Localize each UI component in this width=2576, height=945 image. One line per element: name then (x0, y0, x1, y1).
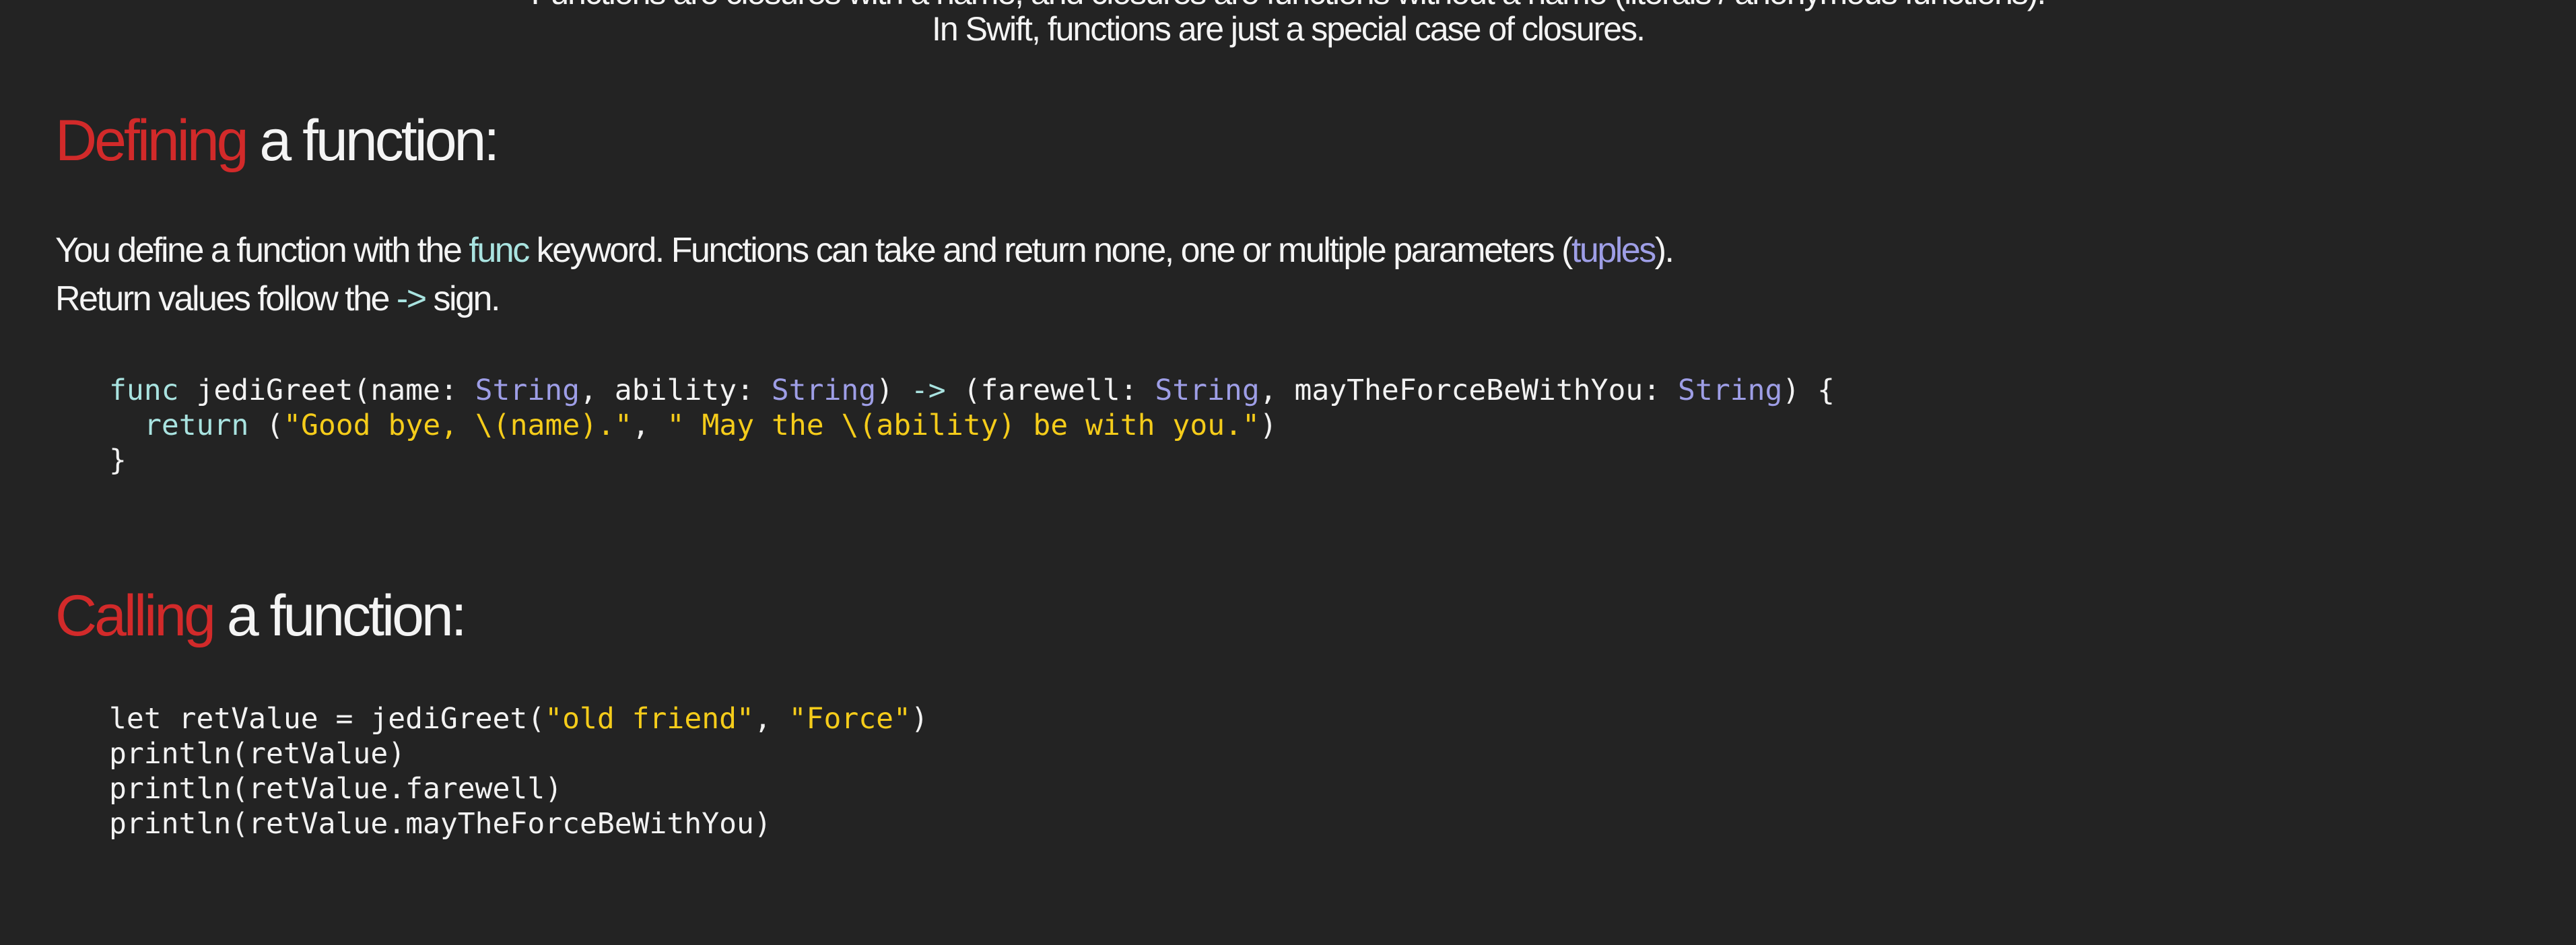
code-type: String (475, 374, 580, 407)
code-line: } (109, 443, 1835, 478)
para2-text-a: Return values follow the (55, 279, 397, 318)
code-keyword: func (109, 374, 179, 407)
link-tuples[interactable]: tuples (1571, 231, 1656, 270)
code-text: ) (876, 374, 911, 407)
code-operator: -> (910, 374, 946, 407)
code-type: String (1678, 374, 1783, 407)
heading-calling: Calling a function: (55, 584, 467, 648)
define-paragraph-line-1: You define a function with the func keyw… (55, 231, 1674, 270)
para1-text-b: keyword. Functions can take and return n… (528, 231, 1573, 270)
code-string: "Good bye, \(name)." (283, 409, 632, 442)
document-page: Functions are closures with a name, and … (0, 0, 2576, 945)
code-text: ) (910, 702, 928, 736)
intro-line: In Swift, functions are just a special c… (932, 10, 1646, 48)
heading-defining: Defining a function: (55, 112, 500, 170)
code-block-define: func jediGreet(name: String, ability: St… (109, 373, 1835, 478)
code-line: println(retValue) (109, 736, 928, 771)
code-text: (farewell: (945, 374, 1155, 407)
code-line: return ("Good bye, \(name).", " May the … (109, 408, 1835, 443)
code-text: ) { (1782, 374, 1835, 407)
code-string: " May the \(ability) be with you." (667, 409, 1260, 442)
code-text: let retValue = jediGreet( (109, 702, 545, 736)
code-line: println(retValue.farewell) (109, 771, 928, 806)
code-type: String (771, 374, 877, 407)
code-text: println(retValue) (109, 737, 406, 771)
code-line: let retValue = jediGreet("old friend", "… (109, 701, 928, 736)
code-text: , (753, 702, 789, 736)
para2-text-b: sign. (425, 279, 501, 318)
code-string: "Force" (788, 702, 911, 736)
code-string: "old friend" (545, 702, 754, 736)
para1-text-a: You define a function with the (55, 231, 469, 270)
code-text: , (632, 409, 667, 442)
code-text: ( (248, 409, 284, 442)
keyword-arrow: -> (396, 279, 427, 318)
code-text: jediGreet(name: (178, 374, 475, 407)
heading-defining-accent: Defining (55, 108, 249, 173)
code-line: println(retValue.mayTheForceBeWithYou) (109, 806, 928, 841)
heading-defining-rest: a function: (246, 108, 500, 173)
heading-calling-accent: Calling (55, 584, 216, 648)
para1-text-c: ). (1654, 231, 1674, 270)
keyword-func: func (469, 231, 530, 270)
define-paragraph-line-2: Return values follow the -> sign. (55, 279, 501, 318)
code-keyword: return (144, 409, 249, 442)
code-type: String (1155, 374, 1260, 407)
code-text: println(retValue.mayTheForceBeWithYou) (109, 807, 772, 841)
code-text: , mayTheForceBeWithYou: (1259, 374, 1679, 407)
heading-calling-rest: a function: (213, 584, 467, 648)
code-line: func jediGreet(name: String, ability: St… (109, 373, 1835, 408)
code-block-call: let retValue = jediGreet("old friend", "… (109, 701, 928, 841)
code-text: println(retValue.farewell) (109, 772, 563, 806)
code-text: , ability: (580, 374, 772, 407)
code-text: ) (1259, 409, 1277, 442)
code-text: } (109, 444, 127, 477)
